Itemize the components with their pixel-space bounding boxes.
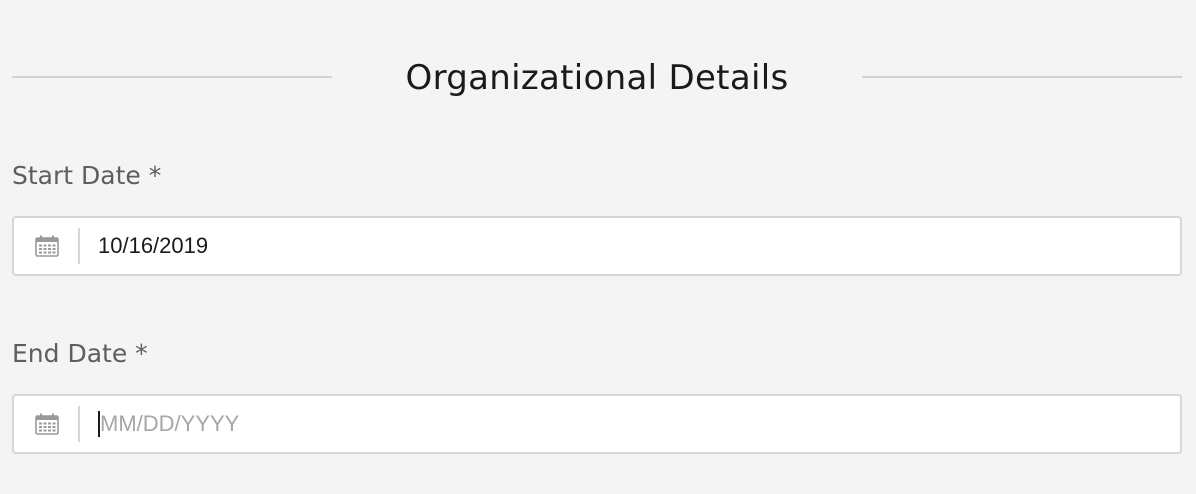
organizational-details-form: Organizational Details Start Date * 10/1… <box>0 0 1196 494</box>
end-date-calendar-button[interactable] <box>14 396 80 452</box>
start-date-value[interactable]: 10/16/2019 <box>98 218 208 274</box>
start-date-label: Start Date * <box>12 161 162 190</box>
end-date-label: End Date * <box>12 339 148 368</box>
section-divider-left <box>12 76 332 78</box>
section-header: Organizational Details <box>12 52 1182 104</box>
end-date-field[interactable]: MM/DD/YYYY <box>12 394 1182 454</box>
calendar-icon <box>35 235 59 257</box>
input-divider <box>78 228 80 264</box>
end-date-placeholder[interactable]: MM/DD/YYYY <box>100 396 239 452</box>
calendar-icon <box>35 413 59 435</box>
start-date-field[interactable]: 10/16/2019 <box>12 216 1182 276</box>
section-divider-right <box>862 76 1182 78</box>
section-title: Organizational Details <box>405 58 789 98</box>
input-divider <box>78 406 80 442</box>
start-date-calendar-button[interactable] <box>14 218 80 274</box>
